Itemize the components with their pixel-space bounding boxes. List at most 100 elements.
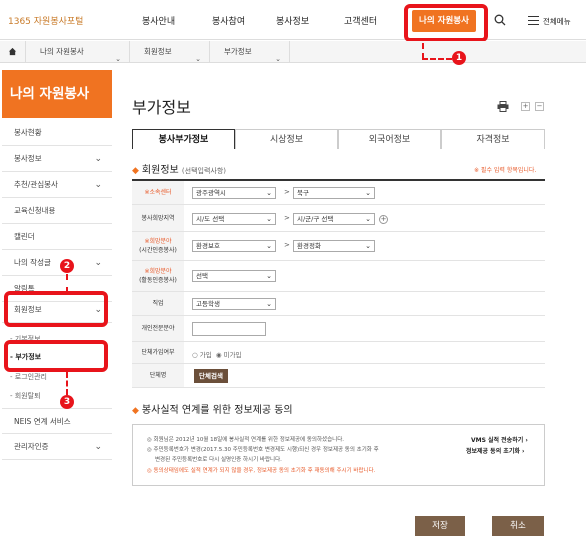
nav-info[interactable]: 봉사정보 bbox=[276, 14, 309, 27]
sidebar-sub-login-manage[interactable]: - 로그인관리 bbox=[10, 372, 47, 382]
group-search-button[interactable]: 단체검색 bbox=[194, 369, 228, 383]
tab-qualifications[interactable]: 자격정보 bbox=[441, 129, 545, 149]
sidebar-item-education[interactable]: 교육신청내용 bbox=[2, 198, 112, 224]
sidebar-item-label: 관리자인증 bbox=[14, 442, 49, 451]
chevron-down-icon: ⌄ bbox=[365, 215, 371, 223]
sidebar-item-calendar[interactable]: 캘린더 bbox=[2, 224, 112, 250]
form-row-job: 직업 고등학생 ⌄ bbox=[132, 292, 545, 316]
annotation-marker-3: 3 bbox=[60, 395, 74, 409]
tab-awards[interactable]: 시상정보 bbox=[235, 129, 338, 149]
annotation-marker-2: 2 bbox=[60, 259, 74, 273]
notice-line: 변경된 주민등록번호로 다시 실명인증 하시기 바랍니다. bbox=[155, 457, 282, 463]
breadcrumb-label: 나의 자원봉사 bbox=[40, 47, 84, 56]
chevron-down-icon: ⌄ bbox=[266, 300, 272, 308]
required-note: ※ 필수 입력 항목입니다. bbox=[474, 167, 537, 174]
sidebar-item-my-posts[interactable]: 나의 작성글 ⌄ bbox=[2, 250, 112, 276]
separator-gt: > bbox=[284, 241, 290, 249]
expertise-input[interactable] bbox=[192, 322, 266, 336]
all-menu-link[interactable]: 전체메뉴 bbox=[543, 16, 571, 27]
chevron-down-icon: ⌄ bbox=[266, 272, 272, 280]
sidebar-item-activity[interactable]: 봉사현황 bbox=[2, 120, 112, 146]
center-district-select[interactable]: 북구 ⌄ bbox=[293, 187, 375, 199]
form-row-group-name: 단체명 단체검색 bbox=[132, 364, 545, 388]
separator-gt: > bbox=[284, 188, 290, 196]
region-label: 봉사희망지역 bbox=[132, 205, 184, 231]
sidebar-item-label: 봉사현황 bbox=[14, 128, 42, 137]
site-logo[interactable]: 1365 자원봉사포털 bbox=[8, 14, 83, 27]
separator-gt: > bbox=[284, 214, 290, 222]
cancel-button[interactable]: 취소 bbox=[492, 516, 544, 536]
annotation-marker-1: 1 bbox=[452, 51, 466, 65]
sidebar-item-neis[interactable]: NEIS 연계 서비스 bbox=[2, 408, 112, 434]
vms-send-link[interactable]: VMS 실적 전송하기 › bbox=[471, 435, 528, 444]
notice-line: ◎ 주민등록번호가 변경(2017.5.30 주민등록번호 변경제도 시행)되신… bbox=[147, 447, 379, 453]
section-title: 봉사실적 연계를 위한 정보제공 동의 bbox=[141, 405, 293, 416]
sidebar-item-label: 교육신청내용 bbox=[14, 206, 56, 215]
chevron-down-icon: ⌄ bbox=[115, 55, 121, 63]
section-member-info-heading: ◆ 회원정보 (선택입력사항) bbox=[132, 161, 226, 176]
sidebar-item-label: NEIS 연계 서비스 bbox=[14, 417, 71, 426]
tab-volunteer-extra[interactable]: 봉사부가정보 bbox=[132, 129, 235, 149]
highlight-box-2 bbox=[4, 291, 108, 327]
field-time-category-select[interactable]: 환경보호 ⌄ bbox=[192, 240, 276, 252]
chevron-down-icon: ⌄ bbox=[94, 258, 102, 268]
nav-guide[interactable]: 봉사안내 bbox=[142, 14, 175, 27]
zoom-in-icon[interactable]: + bbox=[521, 102, 530, 111]
diamond-icon: ◆ bbox=[132, 406, 139, 416]
chevron-down-icon: ⌄ bbox=[365, 189, 371, 197]
tab-bar: 봉사부가정보 시상정보 외국어정보 자격정보 bbox=[132, 129, 545, 149]
form-row-field-activity: ※희망분야 (활동인증봉사) 선택 ⌄ bbox=[132, 261, 545, 292]
annotation-line bbox=[422, 43, 424, 59]
section-consent-heading: ◆ 봉사실적 연계를 위한 정보제공 동의 bbox=[132, 401, 293, 416]
expertise-label: 개인전문분야 bbox=[132, 316, 184, 341]
form-row-center: ※소속센터 광주광역시 ⌄ > 북구 ⌄ bbox=[132, 181, 545, 205]
nav-participate[interactable]: 봉사참여 bbox=[212, 14, 245, 27]
job-label: 직업 bbox=[132, 292, 184, 315]
chevron-down-icon: ⌄ bbox=[365, 242, 371, 250]
breadcrumb-additional-info[interactable]: 부가정보 ⌄ bbox=[210, 41, 290, 63]
sidebar-item-recommended[interactable]: 추천/관심봉사 ⌄ bbox=[2, 172, 112, 198]
group-name-label: 단체명 bbox=[132, 364, 184, 387]
job-select[interactable]: 고등학생 ⌄ bbox=[192, 298, 276, 310]
sidebar-sub-label: 로그인관리 bbox=[14, 373, 47, 381]
tab-languages[interactable]: 외국어정보 bbox=[338, 129, 441, 149]
chevron-down-icon: ⌄ bbox=[94, 180, 102, 190]
annotation-line bbox=[66, 372, 68, 395]
center-label: ※소속센터 bbox=[132, 181, 184, 204]
chevron-down-icon: ⌄ bbox=[275, 55, 281, 63]
save-button[interactable]: 저장 bbox=[415, 516, 465, 536]
group-radio-options[interactable]: ○ 가입 ◉ 미가입 bbox=[192, 349, 242, 359]
region-province-select[interactable]: 시/도 선택 ⌄ bbox=[192, 213, 276, 225]
sidebar-title: 나의 자원봉사 bbox=[2, 70, 112, 118]
sidebar-item-volunteer-info[interactable]: 봉사정보 ⌄ bbox=[2, 146, 112, 172]
zoom-out-icon[interactable]: − bbox=[535, 102, 544, 111]
sidebar-sub-withdraw[interactable]: - 회원탈퇴 bbox=[10, 391, 41, 401]
highlight-box-1 bbox=[404, 4, 488, 42]
chevron-down-icon: ⌄ bbox=[266, 242, 272, 250]
form-row-expertise: 개인전문분야 bbox=[132, 316, 545, 342]
field-time-label: ※희망분야 (시간인증봉사) bbox=[132, 232, 184, 260]
add-region-icon[interactable]: + bbox=[379, 215, 388, 224]
consent-reset-link[interactable]: 정보제공 동의 초기화 › bbox=[466, 446, 524, 455]
breadcrumb-my-volunteer[interactable]: 나의 자원봉사 ⌄ bbox=[26, 41, 130, 63]
field-time-detail-select[interactable]: 환경정화 ⌄ bbox=[293, 240, 375, 252]
home-icon[interactable] bbox=[0, 41, 26, 63]
center-province-select[interactable]: 광주광역시 ⌄ bbox=[192, 187, 276, 199]
breadcrumb: 나의 자원봉사 ⌄ 회원정보 ⌄ 부가정보 ⌄ bbox=[0, 41, 586, 63]
member-info-form: ※소속센터 광주광역시 ⌄ > 북구 ⌄ 봉사희망지역 시/도 선택 ⌄ > 시/군/… bbox=[132, 179, 545, 388]
field-activity-select[interactable]: 선택 ⌄ bbox=[192, 270, 276, 282]
sidebar-item-label: 봉사정보 bbox=[14, 154, 42, 163]
region-district-select[interactable]: 시/군/구 선택 ⌄ bbox=[293, 213, 375, 225]
group-label: 단체가입여부 bbox=[132, 342, 184, 363]
breadcrumb-label: 부가정보 bbox=[224, 47, 252, 56]
chevron-down-icon: ⌄ bbox=[266, 215, 272, 223]
hamburger-icon[interactable] bbox=[528, 16, 539, 25]
breadcrumb-member-info[interactable]: 회원정보 ⌄ bbox=[130, 41, 210, 63]
sidebar-item-admin-auth[interactable]: 관리자인증 ⌄ bbox=[2, 434, 112, 460]
consent-notice-box: ◎ 회원님은 2012년 10월 18일에 봉사실적 연계를 위한 정보제공에 … bbox=[132, 424, 545, 486]
print-icon[interactable] bbox=[497, 101, 509, 112]
search-icon[interactable] bbox=[494, 14, 506, 26]
nav-customer-center[interactable]: 고객센터 bbox=[344, 14, 377, 27]
annotation-line bbox=[422, 58, 452, 60]
sidebar-sub-label: 회원탈퇴 bbox=[14, 392, 41, 400]
